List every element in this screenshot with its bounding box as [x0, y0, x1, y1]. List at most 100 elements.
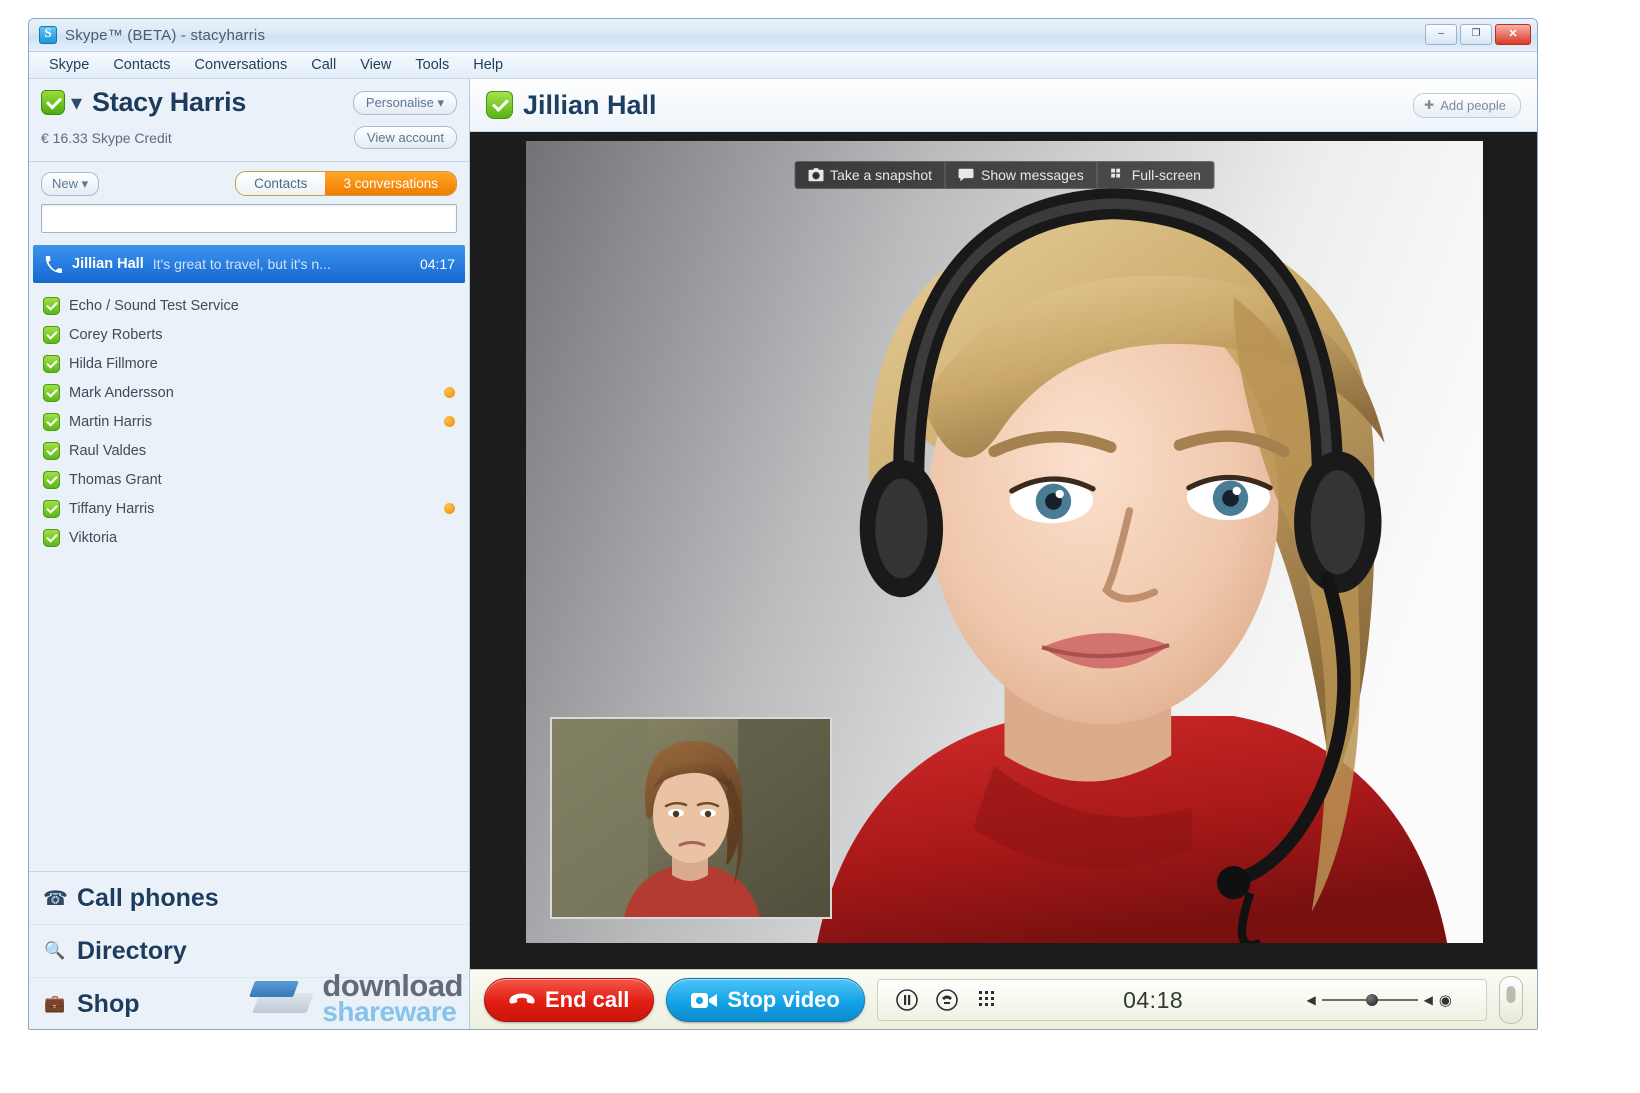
conversation-item-jillian-hall[interactable]: Jillian Hall It's great to travel, but i… — [33, 245, 465, 283]
new-label: New — [52, 175, 79, 191]
telephone-icon: ☎ — [43, 887, 68, 910]
call-controls-group: 04:18 ◀ ◀ ◉ — [876, 979, 1487, 1021]
presence-online-icon — [43, 412, 60, 431]
contact-name: Mark Andersson — [69, 384, 174, 401]
conversation-panel: Jillian Hall ✚ Add people Take a snapsho… — [470, 79, 1537, 1029]
video-area: Take a snapshot Show messages Full-scree… — [526, 141, 1483, 943]
tab-conversations[interactable]: 3 conversations — [325, 172, 456, 195]
full-screen-button[interactable]: Full-screen — [1098, 162, 1214, 188]
sidebar-toolbar: New ▾ Contacts 3 conversations — [29, 162, 469, 204]
menu-item-conversations[interactable]: Conversations — [183, 54, 300, 76]
maximize-button[interactable]: ❐ — [1460, 24, 1492, 45]
list-item[interactable]: Echo / Sound Test Service — [29, 291, 469, 320]
presence-online-icon — [43, 354, 60, 373]
presence-online-icon[interactable] — [41, 90, 65, 115]
tab-contacts[interactable]: Contacts — [236, 172, 326, 195]
contact-name: Thomas Grant — [69, 471, 162, 488]
add-people-label: Add people — [1440, 97, 1506, 113]
presence-online-icon — [486, 91, 513, 119]
video-stage: Take a snapshot Show messages Full-scree… — [470, 132, 1537, 969]
watermark-line-2: shareware — [322, 996, 457, 1027]
call-bar: End call Stop video 04:18 ◀ ◀ ◉ — [470, 969, 1537, 1029]
list-item[interactable]: Corey Roberts — [29, 320, 469, 349]
skype-credit-text: € 16.33 Skype Credit — [41, 129, 172, 146]
new-button[interactable]: New ▾ — [41, 171, 100, 196]
presence-online-icon — [43, 528, 60, 547]
full-screen-label: Full-screen — [1131, 167, 1201, 183]
volume-knob[interactable] — [1365, 994, 1378, 1006]
sidebar-bottom-nav: ☎ Call phones 🔍 Directory 💼 Shop downloa… — [29, 871, 469, 1029]
unread-badge-icon — [444, 387, 455, 398]
list-item[interactable]: Hilda Fillmore — [29, 349, 469, 378]
contact-name: Raul Valdes — [69, 442, 147, 459]
speaker-icon[interactable]: ◉ — [1439, 991, 1452, 1009]
chat-bubble-icon — [959, 168, 974, 182]
skype-logo-icon — [39, 25, 57, 44]
sidebar-item-label: Shop — [77, 989, 140, 1018]
menu-item-view[interactable]: View — [348, 54, 403, 76]
menu-item-contacts[interactable]: Contacts — [101, 54, 182, 76]
download-arrow-icon — [252, 977, 314, 1019]
sidebar-item-shop[interactable]: 💼 Shop download shareware — [29, 970, 469, 1029]
conversation-name: Jillian Hall — [72, 256, 144, 272]
list-item[interactable]: Mark Andersson — [29, 378, 469, 407]
minimize-icon: – — [1438, 28, 1444, 39]
account-block: ▾ Stacy Harris Personalise ▾ € 16.33 Sky… — [29, 79, 469, 151]
end-call-button[interactable]: End call — [484, 978, 655, 1022]
microphone-icon[interactable] — [1499, 976, 1523, 1024]
minimize-button[interactable]: – — [1425, 24, 1457, 45]
maximize-icon: ❐ — [1471, 28, 1481, 39]
list-item[interactable]: Thomas Grant — [29, 465, 469, 494]
list-item[interactable]: Martin Harris — [29, 407, 469, 436]
end-call-label: End call — [545, 987, 630, 1012]
menu-item-help[interactable]: Help — [461, 54, 515, 76]
self-view-frame — [552, 719, 830, 917]
window-body: ▾ Stacy Harris Personalise ▾ € 16.33 Sky… — [29, 79, 1537, 1029]
search-box[interactable] — [41, 204, 457, 233]
volume-track[interactable] — [1321, 994, 1418, 1006]
account-name-row: ▾ Stacy Harris Personalise ▾ — [41, 87, 457, 118]
menu-item-tools[interactable]: Tools — [403, 54, 461, 76]
volume-slider[interactable]: ◀ ◀ ◉ — [1306, 991, 1452, 1009]
account-name: Stacy Harris — [92, 87, 247, 117]
skype-window: Skype™ (BETA) - stacyharris – ❐ ✕ Skype … — [28, 18, 1538, 1030]
unread-badge-icon — [444, 416, 455, 427]
shopping-bag-icon: 💼 — [44, 994, 66, 1013]
list-item[interactable]: Viktoria — [29, 523, 469, 552]
chevron-down-icon: ▾ — [437, 94, 444, 110]
magnifier-icon: 🔍 — [44, 941, 66, 960]
hold-icon[interactable] — [894, 987, 920, 1013]
mute-icon[interactable] — [934, 987, 960, 1013]
screen: Skype™ (BETA) - stacyharris – ❐ ✕ Skype … — [0, 0, 1640, 1093]
take-snapshot-button[interactable]: Take a snapshot — [795, 162, 946, 188]
list-item[interactable]: Tiffany Harris — [29, 494, 469, 523]
list-item[interactable]: Raul Valdes — [29, 436, 469, 465]
contact-name: Echo / Sound Test Service — [69, 297, 239, 314]
dialpad-icon[interactable] — [974, 987, 1000, 1013]
stop-video-label: Stop video — [727, 987, 840, 1012]
personalise-button[interactable]: Personalise ▾ — [352, 90, 457, 115]
window-controls: – ❐ ✕ — [1425, 24, 1531, 45]
close-button[interactable]: ✕ — [1495, 24, 1531, 45]
webcam-icon — [691, 992, 718, 1008]
sidebar-item-label: Directory — [77, 936, 187, 965]
presence-online-icon — [43, 296, 60, 315]
menu-item-call[interactable]: Call — [299, 54, 348, 76]
add-people-button[interactable]: ✚ Add people — [1413, 92, 1521, 118]
menu-item-skype[interactable]: Skype — [37, 54, 101, 76]
conversation-time: 04:17 — [419, 256, 455, 272]
search-input[interactable] — [42, 205, 456, 232]
show-messages-label: Show messages — [981, 167, 1084, 183]
video-toolbar: Take a snapshot Show messages Full-scree… — [794, 161, 1215, 189]
sidebar-item-call-phones[interactable]: ☎ Call phones — [29, 872, 469, 925]
self-view-video[interactable] — [550, 717, 832, 919]
sidebar: ▾ Stacy Harris Personalise ▾ € 16.33 Sky… — [29, 79, 470, 1029]
watermark: download shareware — [252, 970, 463, 1026]
show-messages-button[interactable]: Show messages — [946, 162, 1098, 188]
stop-video-button[interactable]: Stop video — [666, 978, 865, 1022]
credit-row: € 16.33 Skype Credit View account — [41, 126, 457, 149]
view-account-button[interactable]: View account — [353, 126, 457, 149]
call-timer: 04:18 — [1123, 986, 1184, 1013]
presence-caret-icon[interactable]: ▾ — [71, 91, 82, 113]
contact-name: Tiffany Harris — [69, 500, 155, 517]
